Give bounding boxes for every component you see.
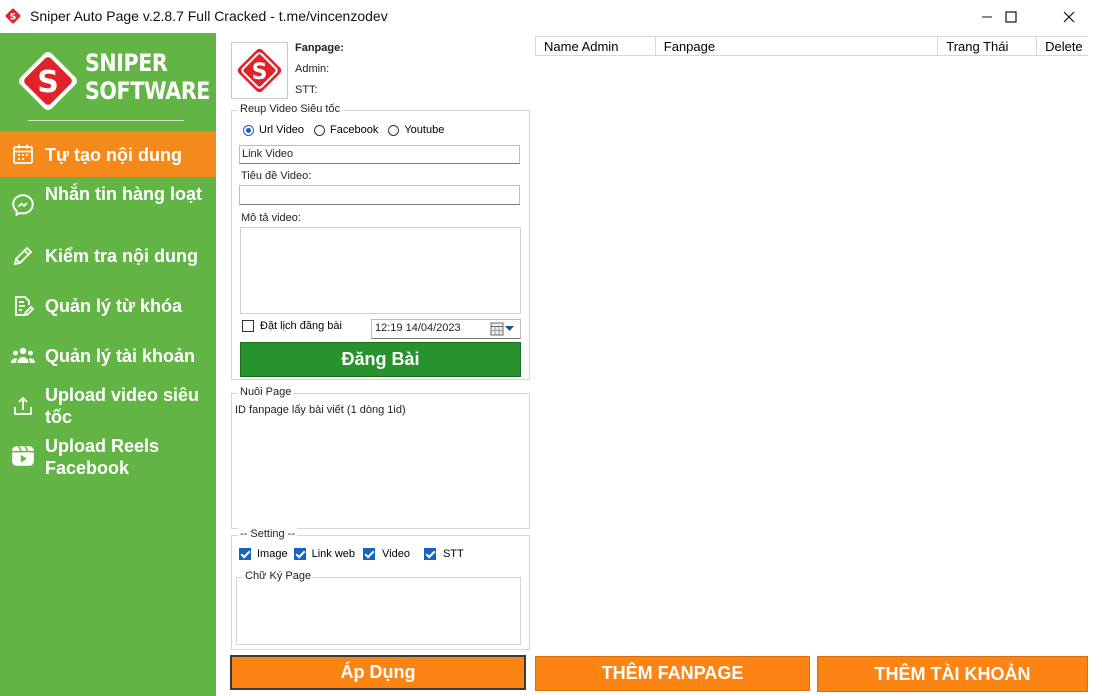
document-edit-icon — [10, 293, 36, 319]
checkbox-stt[interactable]: STT — [423, 548, 464, 560]
stt-label: STT: — [295, 84, 318, 96]
upload-icon — [10, 393, 36, 419]
sidebar-item-upload-video-sieu-toc[interactable]: Upload video siêu tốc — [0, 382, 216, 430]
messenger-icon — [10, 192, 36, 218]
svg-text:S: S — [10, 13, 16, 23]
radio-label: Facebook — [330, 124, 379, 136]
radio-indicator — [243, 124, 254, 136]
nuoi-page-group-title: Nuôi Page — [238, 386, 294, 398]
schedule-checkbox-row[interactable]: Đặt lịch đăng bài — [242, 320, 342, 332]
column-header-delete[interactable]: Delete — [1037, 37, 1088, 55]
fanpage-id-textarea[interactable]: ID fanpage lấy bài viết (1 dòng 1id) — [232, 402, 526, 526]
sniper-software-logo: S SNIPER SOFTWARE — [12, 45, 210, 119]
column-header-trang-thai[interactable]: Trang Thái — [938, 37, 1038, 55]
close-window-button[interactable] — [1046, 0, 1092, 33]
logo-divider — [28, 120, 184, 121]
checkbox-label: Link web — [311, 548, 355, 560]
schedule-datetime-picker[interactable]: 12:19 14/04/2023 — [371, 319, 521, 339]
window-titlebar: S Sniper Auto Page v.2.8.7 Full Cracked … — [0, 0, 1102, 33]
checkbox-indicator — [293, 548, 306, 560]
radio-indicator — [314, 124, 326, 136]
apply-button[interactable]: Áp Dụng — [230, 655, 526, 690]
radio-label: Url Video — [259, 124, 305, 136]
page-signature-label: Chữ Ký Page — [243, 570, 314, 582]
logo-wordmark: SNIPER SOFTWARE — [85, 49, 210, 105]
users-icon — [10, 343, 36, 369]
fanpage-logo-icon: S — [237, 48, 282, 93]
reels-icon — [10, 443, 36, 469]
sidebar-item-label: Quản lý từ khóa — [45, 296, 183, 316]
sidebar-item-label: Tự tạo nội dung — [45, 145, 183, 165]
radio-indicator — [388, 124, 400, 136]
sidebar-item-kiem-tra-noi-dung[interactable]: Kiểm tra nội dung — [0, 236, 216, 276]
close-icon — [1063, 11, 1075, 22]
schedule-checkbox[interactable] — [242, 320, 254, 332]
pencil-icon — [10, 243, 36, 269]
page-signature-box[interactable]: Chữ Ký Page — [236, 570, 521, 645]
sidebar-item-upload-reels-facebook[interactable]: Upload Reels Facebook — [0, 433, 216, 481]
radio-url-video[interactable]: Url Video — [243, 124, 304, 136]
svg-text:S: S — [252, 60, 268, 85]
checkbox-indicator — [239, 548, 251, 560]
calendar-icon — [10, 141, 36, 167]
fanpage-label: Fanpage: — [295, 42, 344, 54]
calendar-dropdown-icon[interactable] — [490, 322, 516, 339]
post-button[interactable]: Đăng Bài — [240, 342, 521, 377]
checkbox-label: STT — [442, 548, 464, 560]
checkbox-label: Image — [257, 548, 288, 560]
checkbox-link-web[interactable]: Link web — [293, 548, 355, 560]
radio-label: Youtube — [404, 124, 445, 136]
checkbox-indicator — [423, 548, 436, 560]
radio-youtube[interactable]: Youtube — [388, 124, 444, 136]
fanpage-avatar: S — [231, 42, 288, 99]
sidebar-item-label: Quản lý tài khoản — [45, 346, 196, 366]
admin-label: Admin: — [295, 63, 330, 75]
add-account-button[interactable]: THÊM TÀI KHOẢN — [817, 656, 1088, 692]
sidebar-item-quan-ly-tai-khoan[interactable]: Quản lý tài khoản — [0, 336, 216, 376]
sidebar-item-label: Upload video siêu tốc — [45, 385, 200, 427]
checkbox-image[interactable]: Image — [239, 548, 288, 560]
accounts-table-header: Name Admin Fanpage Trang Thái Delete — [535, 36, 1088, 56]
sidebar-item-label: Kiểm tra nội dung — [45, 246, 198, 266]
radio-facebook[interactable]: Facebook — [314, 124, 378, 136]
checkbox-video[interactable]: Video — [363, 548, 410, 560]
logo-line1: SNIPER — [85, 49, 168, 77]
sidebar-item-tu-tao-noi-dung[interactable]: Tự tạo nội dung — [0, 131, 216, 177]
svg-text:S: S — [37, 65, 59, 100]
accounts-table-body[interactable] — [535, 56, 1088, 650]
reup-video-group-title: Reup Video Siêu tốc — [238, 103, 343, 115]
logo-line2: SOFTWARE — [85, 77, 210, 105]
setting-options-row: Image Link web Video STT — [239, 548, 464, 560]
maximize-icon — [1005, 10, 1017, 23]
app-logo-icon: S — [5, 8, 21, 24]
column-header-name-admin[interactable]: Name Admin — [536, 37, 656, 55]
sidebar: S SNIPER SOFTWARE Tự tạo nội dung Nhắn t… — [0, 33, 216, 696]
video-source-radios: Url Video Facebook Youtube — [243, 124, 454, 136]
add-fanpage-button[interactable]: THÊM FANPAGE — [535, 656, 810, 691]
video-title-input[interactable] — [239, 185, 520, 205]
video-description-label: Mô tả video: — [241, 212, 301, 224]
schedule-label: Đặt lịch đăng bài — [260, 320, 342, 332]
video-description-textarea[interactable] — [240, 227, 521, 314]
video-title-label: Tiêu đề Video: — [241, 170, 312, 182]
column-header-fanpage[interactable]: Fanpage — [656, 37, 939, 55]
checkbox-indicator — [363, 548, 375, 560]
sidebar-item-label: Nhắn tin hàng loạt — [45, 184, 202, 204]
datetime-value: 12:19 14/04/2023 — [375, 322, 461, 334]
sidebar-item-nhan-tin-hang-loat[interactable]: Nhắn tin hàng loạt — [0, 181, 216, 229]
window-title: Sniper Auto Page v.2.8.7 Full Cracked - … — [30, 8, 388, 24]
setting-group-title: -- Setting -- — [238, 528, 298, 540]
fanpage-id-placeholder: ID fanpage lấy bài viết (1 dòng 1id) — [235, 404, 406, 416]
sniper-logo-mark-icon: S — [18, 51, 78, 111]
maximize-button[interactable] — [988, 0, 1034, 33]
sidebar-item-quan-ly-tu-khoa[interactable]: Quản lý từ khóa — [0, 286, 216, 326]
link-video-input[interactable]: Link Video — [239, 145, 520, 164]
sidebar-item-label: Upload Reels Facebook — [45, 436, 160, 478]
checkbox-label: Video — [382, 548, 410, 560]
